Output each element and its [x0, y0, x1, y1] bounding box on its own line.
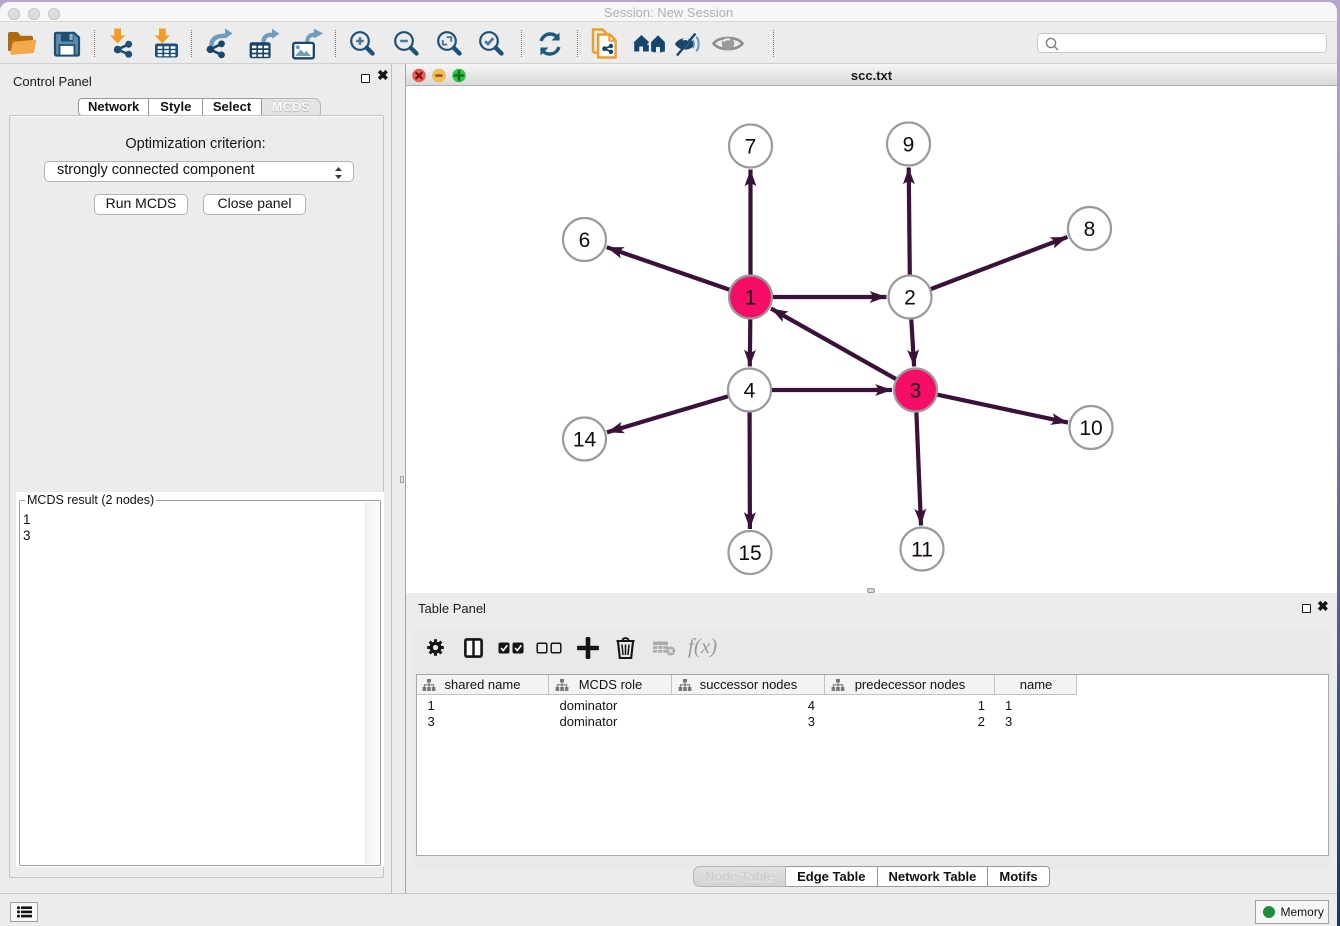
svg-text:6: 6 — [579, 229, 591, 252]
svg-text:2: 2 — [904, 287, 916, 310]
svg-text:3: 3 — [910, 380, 922, 403]
svg-text:15: 15 — [738, 542, 761, 565]
svg-text:14: 14 — [573, 429, 597, 452]
svg-text:7: 7 — [745, 136, 757, 159]
svg-text:11: 11 — [911, 539, 933, 562]
svg-text:10: 10 — [1079, 417, 1102, 440]
svg-text:9: 9 — [903, 134, 915, 157]
svg-text:4: 4 — [744, 380, 756, 403]
svg-text:8: 8 — [1084, 218, 1096, 241]
svg-text:1: 1 — [745, 287, 757, 310]
